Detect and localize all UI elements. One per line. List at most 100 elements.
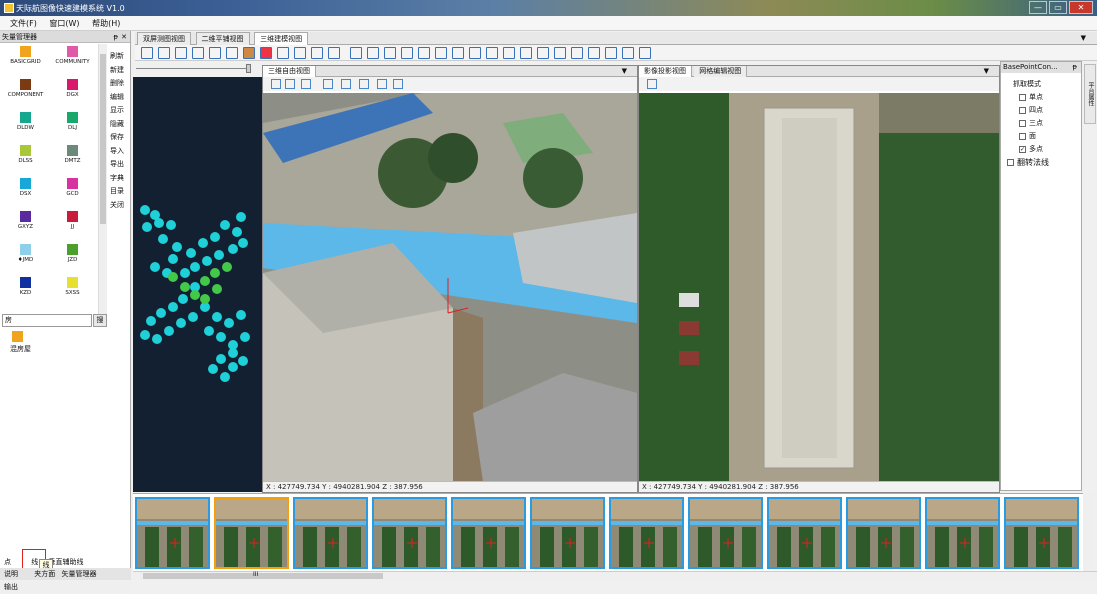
image-thumbnail[interactable] [135,497,210,569]
capture-mode-checkbox[interactable]: ✓ 多点 [1019,144,1081,154]
layer-swatch[interactable]: JZD [49,241,96,274]
save-icon[interactable] [141,47,153,59]
layer-action-item[interactable]: 编辑 [110,92,130,106]
pin-icon[interactable]: ᵽ [113,31,118,43]
camera-icon[interactable] [271,79,281,89]
checkbox-box[interactable] [1019,132,1026,140]
image-thumbnail[interactable] [530,497,605,569]
layer-swatch[interactable]: GCD [49,175,96,208]
layer-swatch[interactable]: DSX [2,175,49,208]
rect-icon[interactable] [452,47,464,59]
tab-vertical-aux-line[interactable]: 垂直辅助线 [48,557,83,567]
layer-action-item[interactable]: 目录 [110,186,130,200]
checkbox-box[interactable] [1019,106,1026,114]
layer-action-item[interactable]: 显示 [110,105,130,119]
layer-swatch[interactable]: COMPONENT [2,76,49,109]
layer-swatch[interactable]: DLDW [2,109,49,142]
aerial-image-render[interactable] [639,93,999,482]
move-icon[interactable] [486,47,498,59]
fit-icon[interactable] [639,47,651,59]
image-thumbnail[interactable] [451,497,526,569]
image-thumbnail[interactable] [925,497,1000,569]
stop-icon[interactable] [260,47,272,59]
texture-icon[interactable] [359,79,369,89]
maximize-button[interactable]: ▭ [1049,1,1067,14]
layout-icon[interactable] [209,47,221,59]
checkbox-box[interactable] [1019,93,1026,101]
checkbox-box[interactable] [1007,159,1014,166]
layer-swatch[interactable]: BASICGRID [2,43,49,76]
search-button[interactable]: 搜 [93,314,107,327]
layer-swatch[interactable]: GXYZ [2,208,49,241]
image-thumbnail[interactable] [767,497,842,569]
minimize-button[interactable]: — [1029,1,1047,14]
tab-point[interactable]: 点 [4,557,11,567]
image-thumbnail[interactable] [293,497,368,569]
checkbox-box[interactable]: ✓ [1019,145,1026,153]
layer-action-item[interactable]: 隐藏 [110,119,130,133]
copy-icon[interactable] [520,47,532,59]
zoom-icon[interactable] [622,47,634,59]
layer-action-item[interactable]: 导入 [110,146,130,160]
polyline-icon[interactable] [418,47,430,59]
grid-icon[interactable] [323,79,333,89]
filmstrip-vertical-scrollbar[interactable] [1083,493,1095,571]
slider-knob[interactable] [246,64,251,73]
open-icon[interactable] [158,47,170,59]
layer-action-item[interactable]: 新建 [110,65,130,79]
layer-swatch[interactable]: KZD [2,274,49,307]
horizontal-scrollbar[interactable]: III [133,571,1097,580]
tab-dual-screen[interactable]: 双屏测图视图 [137,32,191,45]
checkbox-box[interactable] [1019,119,1026,127]
link-icon[interactable] [277,47,289,59]
close-button[interactable]: ✕ [1069,1,1093,14]
list-item[interactable]: 混房屋 [2,331,122,354]
image-thumbnail[interactable] [846,497,921,569]
capture-mode-checkbox[interactable]: 面 [1019,131,1081,141]
close-icon[interactable]: ✕ [121,31,127,43]
settings-icon[interactable] [328,47,340,59]
image-thumbnail[interactable] [214,497,289,569]
view-icon[interactable] [605,47,617,59]
dock-tab-desc[interactable]: 说明 [4,568,18,580]
layer-swatch[interactable]: SXSS [49,274,96,307]
export-icon[interactable] [393,79,403,89]
tab-2d-tile[interactable]: 二维平铺视图 [195,32,250,45]
layer-action-item[interactable]: 导出 [110,159,130,173]
square-icon[interactable] [469,47,481,59]
chevron-down-icon[interactable]: ▼ [979,66,994,77]
capture-mode-checkbox[interactable]: 三点 [1019,118,1081,128]
layer-swatch[interactable]: DGX [49,76,96,109]
layer-swatch[interactable]: DLJ [49,109,96,142]
export-icon[interactable] [294,47,306,59]
menu-file[interactable]: 文件(F) [10,16,37,31]
side-tab-platform-properties[interactable]: 平台属性 [1084,64,1096,124]
tab-3d-free-view[interactable]: 三维自由视图 [263,66,316,77]
mesh-icon[interactable] [377,79,387,89]
flip-normal-checkbox[interactable]: 翻转法线 [1007,157,1081,168]
pin-icon[interactable]: ᵽ [1072,62,1077,73]
dock-tab-side[interactable]: 夹方面 [34,568,55,580]
swatch-scrollbar[interactable] [98,44,107,314]
paint-icon[interactable] [311,47,323,59]
layer-action-item[interactable]: 保存 [110,132,130,146]
model-icon[interactable] [341,79,351,89]
grid-icon[interactable] [175,47,187,59]
layer-action-item[interactable]: 删除 [110,78,130,92]
layer-action-item[interactable]: 刷新 [110,51,130,65]
zoom-slider[interactable] [136,64,254,73]
image-thumbnail[interactable] [1004,497,1079,569]
layer-swatch[interactable]: COMMUNITY [49,43,96,76]
search-input[interactable]: 房 [2,314,92,327]
layer-swatch[interactable]: DLSS [2,142,49,175]
cursor-icon[interactable] [350,47,362,59]
scroll-thumb[interactable] [100,54,106,224]
image-thumbnail[interactable] [372,497,447,569]
layer-action-item[interactable]: 字典 [110,173,130,187]
chevron-down-icon[interactable]: ▼ [1076,32,1091,44]
chevron-down-icon[interactable]: ▼ [617,66,632,77]
tile-icon[interactable] [226,47,238,59]
3d-scene-render[interactable] [263,93,637,482]
image-icon[interactable] [243,47,255,59]
tab-3d-model[interactable]: 三维建模视图 [254,32,309,45]
